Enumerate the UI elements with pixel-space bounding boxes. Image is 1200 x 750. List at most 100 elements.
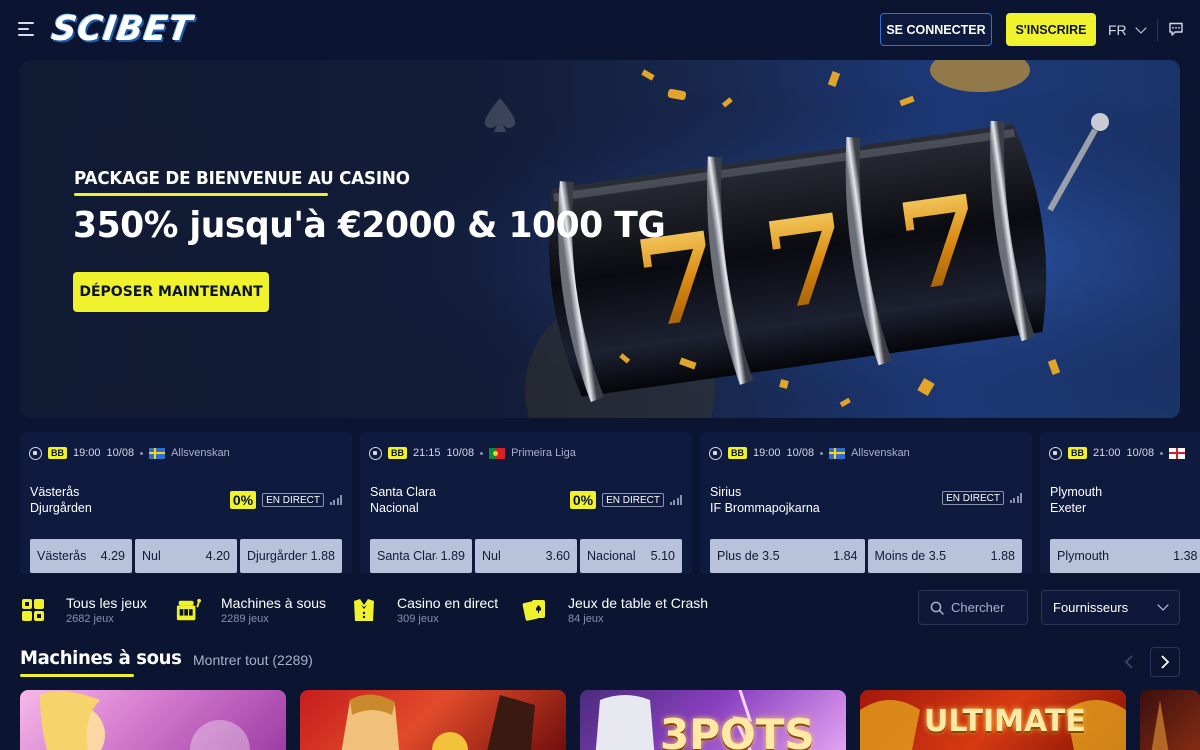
match-meta: BB 19:00 10/08 Allsvenskan (29, 445, 230, 461)
odds-button[interactable]: Plus de 3.5 1.84 (710, 539, 865, 573)
odds-value: 4.20 (205, 549, 230, 563)
promo-banner[interactable]: 7 7 7 PACKAGE DE BIENVENUE AU CASINO 350… (20, 60, 1180, 418)
odds-button[interactable]: Plymouth 1.38 (1050, 539, 1200, 573)
country-flag-icon (149, 447, 166, 459)
odds-button[interactable]: Moins de 3.5 1.88 (867, 539, 1022, 573)
search-icon (930, 601, 944, 615)
register-button[interactable]: S'INSCRIRE (1006, 13, 1096, 46)
live-badge: EN DIRECT (262, 493, 324, 507)
deposit-now-button[interactable]: DÉPOSER MAINTENANT (73, 272, 269, 312)
stats-signal-icon (330, 495, 342, 505)
carousel-prev-button[interactable] (1118, 650, 1140, 674)
category-name: Casino en direct (397, 595, 499, 611)
search-box[interactable] (918, 590, 1028, 625)
category-slot-machine[interactable]: Machines à sous 2289 jeux (175, 592, 326, 628)
match-card[interactable]: BB21:0010/08 Plymouth Exeter Plymouth1.38X (1040, 432, 1200, 574)
separator-dot (480, 451, 484, 455)
category-count: 84 jeux (568, 613, 604, 625)
bet-builder-badge: BB (1068, 447, 1087, 459)
chevron-left-icon (1124, 655, 1133, 669)
category-dealer[interactable]: Casino en direct 309 jeux (351, 592, 498, 628)
category-cards[interactable]: Jeux de table et Crash 84 jeux (522, 592, 708, 628)
percentage-badge: 0% (229, 491, 257, 509)
chevron-right-icon (1161, 655, 1170, 669)
providers-label: Fournisseurs (1053, 600, 1129, 615)
odds-button[interactable]: Nul 3.60 (475, 539, 577, 573)
odds-button[interactable]: Västerås 4.29 (30, 539, 132, 573)
league-name: Primeira Liga (511, 447, 576, 459)
league-name: Allsvenskan (851, 447, 910, 459)
team-home: Västerås (30, 485, 80, 499)
login-button[interactable]: SE CONNECTER (880, 13, 992, 46)
football-icon (709, 446, 722, 460)
live-badge: EN DIRECT (942, 491, 1004, 505)
header-divider (1157, 19, 1158, 41)
odds-value: 1.84 (833, 549, 858, 563)
search-input[interactable] (951, 600, 1026, 615)
hero-kicker: PACKAGE DE BIENVENUE AU CASINO (74, 168, 410, 189)
game-tile[interactable] (20, 690, 286, 750)
game-tile[interactable] (300, 690, 566, 750)
match-date: 10/08 (786, 447, 815, 459)
odds-label: Santa Clara (377, 549, 437, 563)
team-home: Santa Clara (370, 485, 437, 499)
section-title-underline (20, 674, 134, 677)
category-name: Jeux de table et Crash (568, 595, 709, 611)
game-title-text: ULTIMATE (924, 704, 1086, 739)
dealer-icon (351, 597, 377, 623)
hero-title: 350% jusqu'à €2000 & 1000 TG (73, 205, 666, 246)
section-title: Machines à sous (20, 647, 182, 669)
game-tile[interactable]: ULTIMATE (860, 690, 1126, 750)
odds-label: Plymouth (1057, 549, 1110, 563)
odds-button[interactable]: Nacional 5.10 (580, 539, 682, 573)
odds-button[interactable]: Nul 4.20 (135, 539, 237, 573)
team-away: Djurgården (30, 501, 92, 515)
hero-kicker-underline (74, 193, 328, 196)
odds-label: Plus de 3.5 (717, 549, 780, 563)
language-selector[interactable]: FR (1108, 20, 1147, 40)
match-teams: Sirius IF Brommapojkarna (710, 484, 820, 516)
chat-icon[interactable] (1168, 21, 1184, 37)
category-grid[interactable]: Tous les jeux 2682 jeux (20, 592, 147, 628)
match-card[interactable]: BB 19:00 10/08 Allsvenskan Västerås Djurgårde… (20, 432, 352, 574)
chevron-down-icon (1135, 21, 1147, 34)
category-text: Casino en direct 309 jeux (397, 594, 498, 626)
team-home: Sirius (710, 485, 742, 499)
odds-button[interactable]: Santa Clara 1.89 (370, 539, 472, 573)
odds-label: Djurgården (247, 549, 307, 563)
odds-row: Santa Clara 1.89 Nul 3.60 Nacional 5.10 (370, 539, 682, 573)
providers-dropdown[interactable]: Fournisseurs (1041, 590, 1180, 625)
match-teams: Västerås Djurgården (30, 484, 92, 516)
match-time: 21:15 (413, 447, 441, 459)
odds-label: Nul (482, 549, 501, 563)
game-artwork (40, 691, 250, 750)
show-all-link[interactable]: Montrer tout (2289) (193, 652, 313, 668)
match-time: 19:00 (753, 447, 781, 459)
odds-row: Plymouth1.38X (1050, 539, 1200, 573)
logo[interactable]: SCIBET (49, 9, 195, 49)
football-icon (29, 446, 42, 460)
match-card[interactable]: BB 21:15 10/08 Primeira Liga Santa Clara Naci… (360, 432, 692, 574)
odds-row: Plus de 3.5 1.84 Moins de 3.5 1.88 (710, 539, 1022, 573)
stats-signal-icon (1010, 493, 1022, 503)
category-count: 2289 jeux (221, 613, 269, 625)
odds-label: Västerås (37, 549, 87, 563)
odds-button[interactable]: Djurgården 1.88 (240, 539, 342, 573)
match-date: 10/08 (1126, 447, 1155, 459)
game-artwork (341, 694, 535, 750)
bet-builder-badge: BB (48, 447, 67, 459)
team-away: Exeter (1050, 501, 1087, 515)
match-meta: BB 21:15 10/08 Primeira Liga (369, 445, 576, 461)
carousel-next-button[interactable] (1150, 647, 1180, 677)
odds-value: 1.88 (310, 549, 335, 563)
separator-dot (820, 451, 824, 455)
game-tile[interactable]: 3POTS (580, 690, 846, 750)
match-meta: BB 19:00 10/08 Allsvenskan (709, 445, 910, 461)
bet-builder-badge: BB (388, 447, 407, 459)
hamburger-menu-icon[interactable] (18, 22, 34, 36)
match-card[interactable]: BB 19:00 10/08 Allsvenskan Sirius IF Brommapo… (700, 432, 1032, 574)
match-time: 19:00 (73, 447, 101, 459)
match-meta: BB 21:00 10/08 (1049, 445, 1186, 461)
live-status: 0% EN DIRECT (569, 491, 682, 509)
game-tile[interactable] (1140, 690, 1200, 750)
